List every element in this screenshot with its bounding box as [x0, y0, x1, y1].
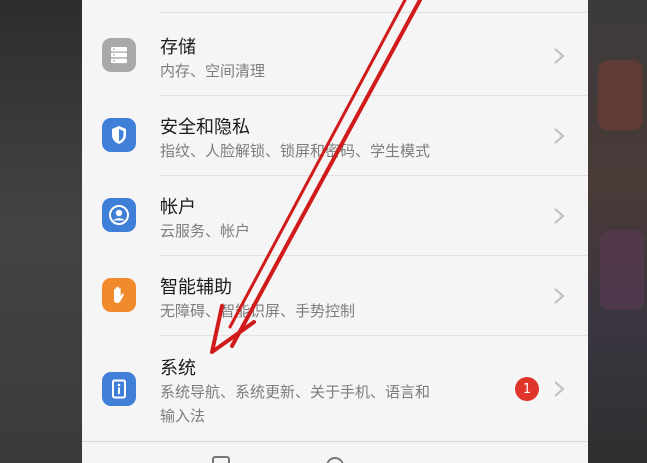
hand-icon	[102, 278, 136, 312]
notification-badge: 1	[515, 377, 539, 401]
chevron-right-icon	[554, 48, 565, 64]
chevron-right-icon	[554, 128, 565, 144]
background-app-blur	[598, 60, 643, 130]
item-title: 智能辅助	[160, 277, 232, 298]
item-title: 安全和隐私	[160, 117, 250, 138]
square-icon	[212, 456, 230, 463]
item-subtitle: 云服务、帐户	[160, 222, 251, 240]
circle-icon	[326, 457, 344, 463]
item-subtitle-line2: 输入法	[160, 407, 206, 425]
settings-item-system[interactable]: 系统 系统导航、系统更新、关于手机、语言和 输入法 1	[82, 336, 588, 440]
account-icon	[102, 198, 136, 232]
chevron-right-icon	[554, 208, 565, 224]
settings-panel: 存储 内存、空间清理 安全和隐私 指纹、人脸解锁、锁屏和密码、学生模式 帐户 云…	[82, 0, 588, 463]
chevron-right-icon	[554, 288, 565, 304]
divider	[160, 0, 588, 13]
background-left	[0, 0, 82, 463]
settings-item-account[interactable]: 帐户 云服务、帐户	[82, 176, 588, 256]
system-icon	[102, 372, 136, 406]
settings-item-storage[interactable]: 存储 内存、空间清理	[82, 16, 588, 96]
settings-item-smart-assist[interactable]: 智能辅助 无障碍、智能识屏、手势控制	[82, 256, 588, 336]
item-subtitle: 内存、空间清理	[160, 62, 266, 80]
chevron-right-icon	[554, 381, 565, 397]
item-title: 系统	[160, 358, 196, 379]
background-app-blur	[600, 230, 644, 310]
item-subtitle-line1: 系统导航、系统更新、关于手机、语言和	[160, 383, 431, 401]
item-title: 存储	[160, 37, 196, 58]
item-subtitle: 无障碍、智能识屏、手势控制	[160, 302, 356, 320]
item-title: 帐户	[160, 197, 196, 218]
storage-icon	[102, 38, 136, 72]
background-right	[588, 0, 647, 463]
shield-icon	[102, 118, 136, 152]
bottom-bar	[82, 441, 588, 463]
settings-item-security[interactable]: 安全和隐私 指纹、人脸解锁、锁屏和密码、学生模式	[82, 96, 588, 176]
item-subtitle: 指纹、人脸解锁、锁屏和密码、学生模式	[160, 142, 431, 160]
